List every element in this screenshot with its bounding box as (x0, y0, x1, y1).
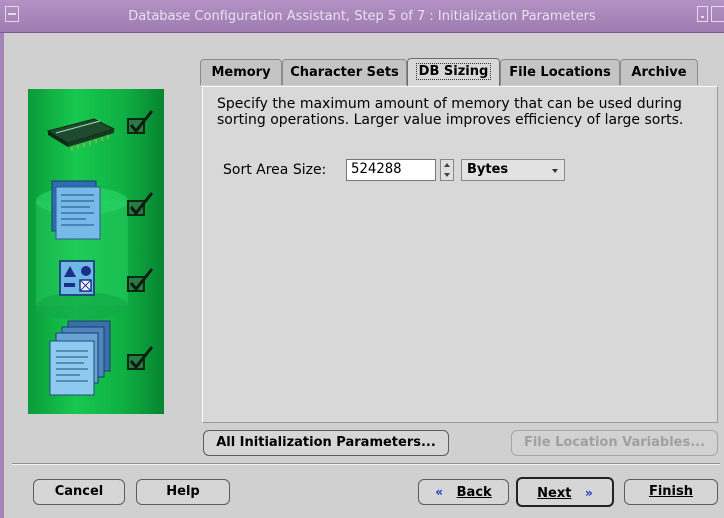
next-label: Next (537, 486, 572, 501)
finish-label: Finish (648, 484, 694, 499)
stacked-documents-icon (49, 320, 111, 396)
maximize-button[interactable] (711, 6, 724, 22)
spin-down-icon[interactable] (444, 173, 450, 177)
back-button[interactable]: « Back (418, 479, 509, 505)
database-documents-icon (36, 180, 128, 320)
unit-select[interactable]: Bytes (461, 159, 565, 181)
tab-db-sizing[interactable]: DB Sizing (407, 58, 500, 87)
sort-area-spinner[interactable] (440, 159, 454, 181)
back-label: Back (456, 485, 492, 500)
chevron-down-icon (552, 169, 558, 173)
checkbox-checked-icon (127, 110, 154, 134)
unit-select-value: Bytes (467, 162, 509, 177)
chevron-left-icon: « (435, 485, 444, 499)
tab-label: File Locations (509, 65, 611, 80)
minimize-button[interactable] (697, 6, 708, 22)
tab-label: Archive (631, 65, 687, 80)
file-location-variables-button[interactable]: File Location Variables... (511, 430, 718, 456)
window-title: Database Configuration Assistant, Step 5… (128, 9, 596, 24)
next-button[interactable]: Next » (516, 477, 614, 507)
memory-chip-icon (46, 118, 116, 151)
checkbox-checked-icon (127, 192, 154, 216)
step-illustration (28, 89, 164, 414)
sort-area-size-input[interactable]: 524288 (346, 159, 436, 181)
separator (12, 463, 720, 465)
tab-label: DB Sizing (415, 63, 492, 80)
title-bar: Database Configuration Assistant, Step 5… (0, 0, 724, 33)
tab-file-locations[interactable]: File Locations (500, 59, 620, 85)
chevron-right-icon: » (585, 486, 593, 500)
sort-area-size-label: Sort Area Size: (223, 162, 327, 178)
shapes-icon (59, 260, 95, 296)
tab-memory[interactable]: Memory (200, 59, 282, 85)
tab-label: Character Sets (290, 65, 399, 80)
db-sizing-panel: Specify the maximum amount of memory tha… (202, 86, 718, 423)
illustration-graphic (36, 110, 154, 396)
cancel-button[interactable]: Cancel (33, 479, 125, 505)
tab-archive[interactable]: Archive (620, 59, 698, 85)
checkbox-checked-icon (127, 346, 154, 370)
all-initialization-parameters-button[interactable]: All Initialization Parameters... (203, 430, 449, 456)
tab-character-sets[interactable]: Character Sets (282, 59, 407, 85)
tab-label: Memory (211, 65, 271, 80)
spin-up-icon[interactable] (444, 163, 450, 167)
sort-area-description: Specify the maximum amount of memory tha… (217, 96, 684, 128)
finish-button[interactable]: Finish (624, 479, 718, 505)
checkbox-checked-icon (127, 268, 154, 292)
help-button[interactable]: Help (136, 479, 230, 505)
